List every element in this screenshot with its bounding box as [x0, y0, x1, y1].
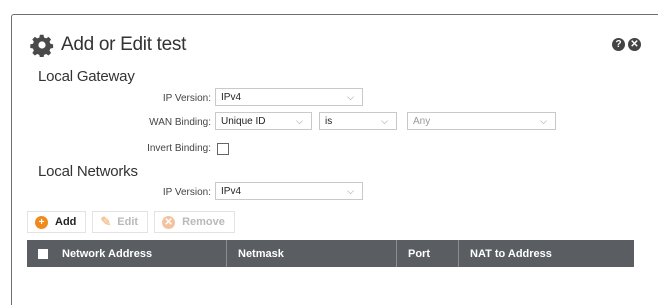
- invert-binding-checkbox[interactable]: [217, 143, 229, 155]
- networks-toolbar: + Add ✎ Edit ✕ Remove: [27, 211, 235, 233]
- gear-icon: [30, 33, 54, 58]
- wan-binding-label: WAN Binding:: [149, 117, 211, 128]
- column-label: Network Address: [62, 247, 153, 260]
- remove-icon: ✕: [162, 215, 176, 229]
- networks-table-header: Network Address Netmask Port NAT to Addr…: [27, 240, 634, 267]
- ip-version-value: IPv4: [221, 92, 242, 103]
- chevron-down-icon: ⌵: [347, 92, 354, 102]
- column-netmask[interactable]: Netmask: [227, 240, 397, 267]
- chevron-down-icon: ⌵: [381, 116, 388, 126]
- chevron-down-icon: ⌵: [540, 116, 547, 126]
- help-icon[interactable]: ?: [612, 38, 625, 51]
- add-button[interactable]: + Add: [27, 211, 87, 233]
- wan-binding-type-select[interactable]: Unique ID ⌵: [215, 112, 312, 130]
- column-label: Netmask: [238, 247, 284, 260]
- wan-binding-operator-value: is: [325, 116, 333, 127]
- networks-ip-version-select[interactable]: IPv4 ⌵: [215, 182, 363, 200]
- networks-ip-version-value: IPv4: [221, 186, 242, 197]
- wan-binding-operator-select[interactable]: is ⌵: [319, 112, 397, 130]
- add-label: Add: [55, 216, 77, 228]
- column-nat-to-address[interactable]: NAT to Address: [459, 240, 634, 267]
- section-local-networks: Local Networks: [38, 163, 138, 180]
- plus-icon: +: [35, 215, 48, 229]
- ip-version-label: IP Version:: [162, 187, 211, 198]
- edit-label: Edit: [117, 216, 139, 228]
- dialog-header: Add or Edit test: [30, 32, 186, 58]
- remove-button[interactable]: ✕ Remove: [154, 211, 235, 233]
- invert-binding-label: Invert Binding:: [147, 143, 211, 154]
- wan-binding-value: Any: [413, 116, 431, 127]
- wan-binding-value-select[interactable]: Any ⌵: [407, 112, 556, 130]
- close-icon[interactable]: ✕: [628, 38, 641, 51]
- edit-button[interactable]: ✎ Edit: [92, 211, 149, 233]
- remove-label: Remove: [182, 216, 225, 228]
- chevron-down-icon: ⌵: [347, 186, 354, 196]
- ip-version-select[interactable]: IPv4 ⌵: [215, 88, 363, 106]
- column-port[interactable]: Port: [397, 240, 459, 267]
- section-local-gateway: Local Gateway: [38, 68, 135, 85]
- dialog-title: Add or Edit test: [61, 34, 187, 55]
- header-actions: ? ✕: [612, 38, 641, 51]
- column-label: Port: [408, 247, 430, 260]
- wan-binding-type-value: Unique ID: [221, 116, 266, 127]
- pencil-icon: ✎: [100, 214, 112, 229]
- column-label: NAT to Address: [470, 247, 552, 260]
- ip-version-label: IP Version:: [162, 93, 211, 104]
- column-network-address[interactable]: Network Address: [27, 240, 227, 267]
- select-all-checkbox[interactable]: [38, 248, 48, 259]
- chevron-down-icon: ⌵: [296, 116, 303, 126]
